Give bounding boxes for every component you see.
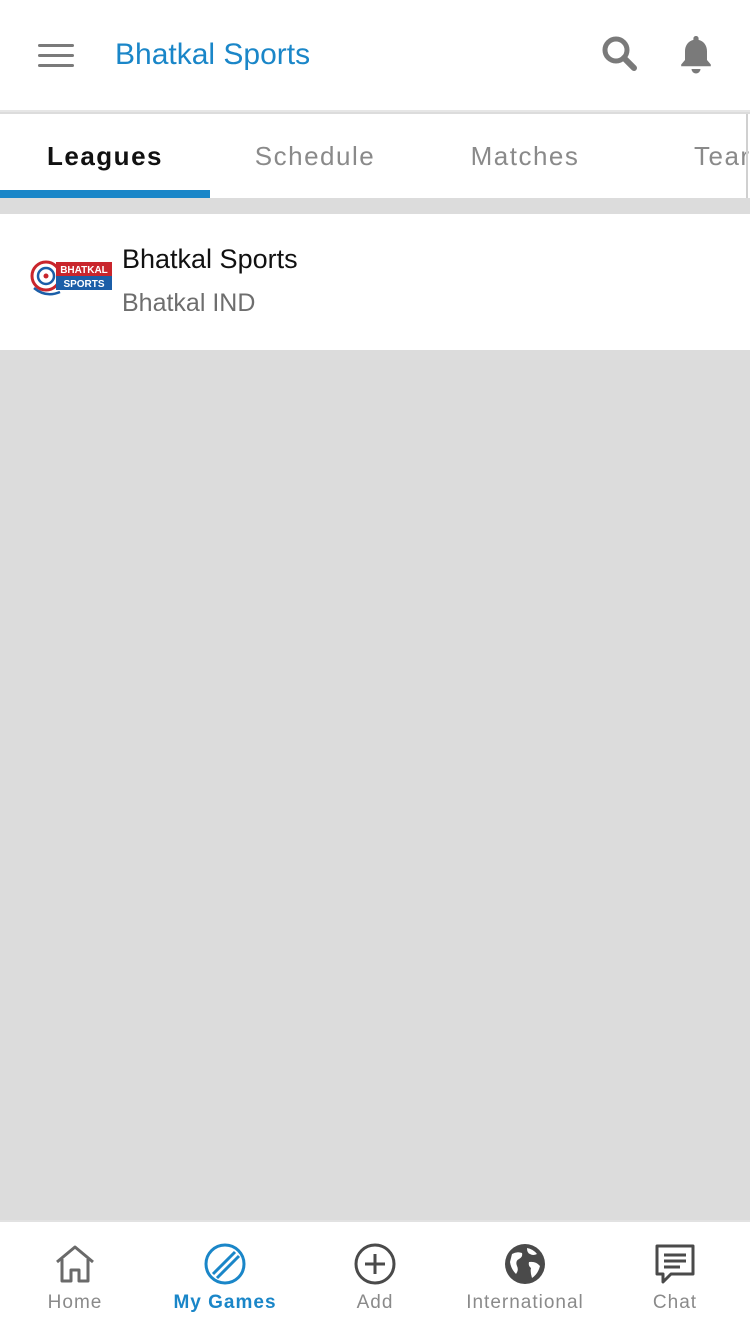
tab-active-indicator xyxy=(0,190,210,198)
tab-bar: Leagues Schedule Matches Tear xyxy=(0,114,750,198)
tab-label: Schedule xyxy=(254,140,376,171)
app-title: Bhatkal Sports xyxy=(115,38,311,71)
logo-text-bottom: SPORTS xyxy=(63,279,104,290)
nav-label-my-games: My Games xyxy=(173,1292,277,1313)
hamburger-menu-icon[interactable] xyxy=(28,32,84,80)
home-icon xyxy=(53,1242,97,1286)
chat-icon xyxy=(653,1242,697,1286)
bell-icon[interactable] xyxy=(672,30,720,78)
league-name: Bhatkal Sports xyxy=(122,244,298,274)
globe-icon xyxy=(503,1242,547,1286)
nav-label-add: Add xyxy=(356,1292,394,1313)
tab-divider xyxy=(746,114,748,198)
nav-label-home: Home xyxy=(47,1292,103,1313)
nav-international[interactable]: International xyxy=(450,1222,600,1334)
nav-home[interactable]: Home xyxy=(0,1222,150,1334)
tab-label: Leagues xyxy=(47,140,163,171)
tab-schedule[interactable]: Schedule xyxy=(210,114,420,198)
nav-chat[interactable]: Chat xyxy=(600,1222,750,1334)
tab-label: Matches xyxy=(470,140,580,171)
tab-matches[interactable]: Matches xyxy=(420,114,630,198)
bottom-navigation: Home My Games Add International Chat xyxy=(0,1220,750,1334)
nav-my-games[interactable]: My Games xyxy=(150,1222,300,1334)
tab-teams[interactable]: Tear xyxy=(630,114,750,198)
league-list-item[interactable]: BHATKAL SPORTS Bhatkal Sports Bhatkal IN… xyxy=(0,214,750,350)
add-circle-icon xyxy=(353,1242,397,1286)
tabs-separator xyxy=(0,198,750,214)
tab-label: Tear xyxy=(694,140,750,171)
top-app-bar: Bhatkal Sports xyxy=(0,0,750,112)
nav-label-chat: Chat xyxy=(652,1292,698,1313)
cricket-ball-icon xyxy=(203,1242,247,1286)
nav-add[interactable]: Add xyxy=(300,1222,450,1334)
tab-leagues[interactable]: Leagues xyxy=(0,114,210,198)
league-location: Bhatkal IND xyxy=(122,289,256,317)
search-icon[interactable] xyxy=(596,30,644,78)
logo-text-top: BHATKAL xyxy=(60,265,108,276)
nav-label-international: International xyxy=(466,1292,584,1313)
app-screen: Bhatkal Sports Leagues Schedule Matches … xyxy=(0,0,750,1334)
league-logo: BHATKAL SPORTS xyxy=(30,258,114,308)
